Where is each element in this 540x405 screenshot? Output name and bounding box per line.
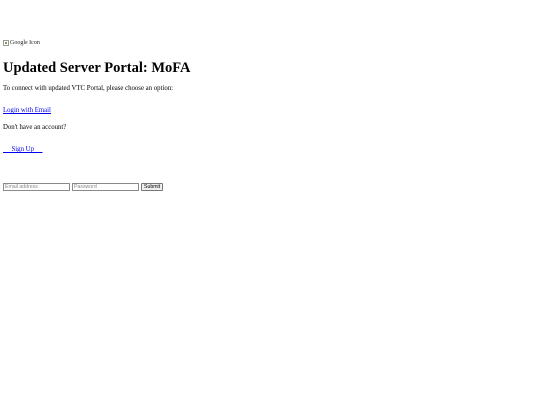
broken-image-icon — [3, 40, 9, 46]
intro-text: To connect with updated VTC Portal, plea… — [3, 85, 174, 92]
login-with-email-link[interactable]: Login with Email — [3, 107, 51, 114]
google-logo-image: Google Icon — [3, 39, 40, 48]
password-field[interactable] — [72, 183, 139, 191]
signup-link-row: Sign Up — [3, 138, 533, 156]
no-account-text: Don't have an account? — [3, 124, 67, 131]
page-title: Updated Server Portal: MoFA — [3, 60, 191, 76]
submit-button[interactable]: Submit — [141, 183, 164, 191]
login-page: Google Icon Updated Server Portal: MoFA … — [3, 33, 533, 191]
email-field[interactable] — [3, 183, 70, 191]
google-logo-alt-text: Google Icon — [10, 39, 40, 46]
login-form: Submit — [3, 183, 533, 191]
login-link-row: Login with Email — [3, 99, 533, 117]
sign-up-link[interactable]: Sign Up — [3, 146, 42, 153]
